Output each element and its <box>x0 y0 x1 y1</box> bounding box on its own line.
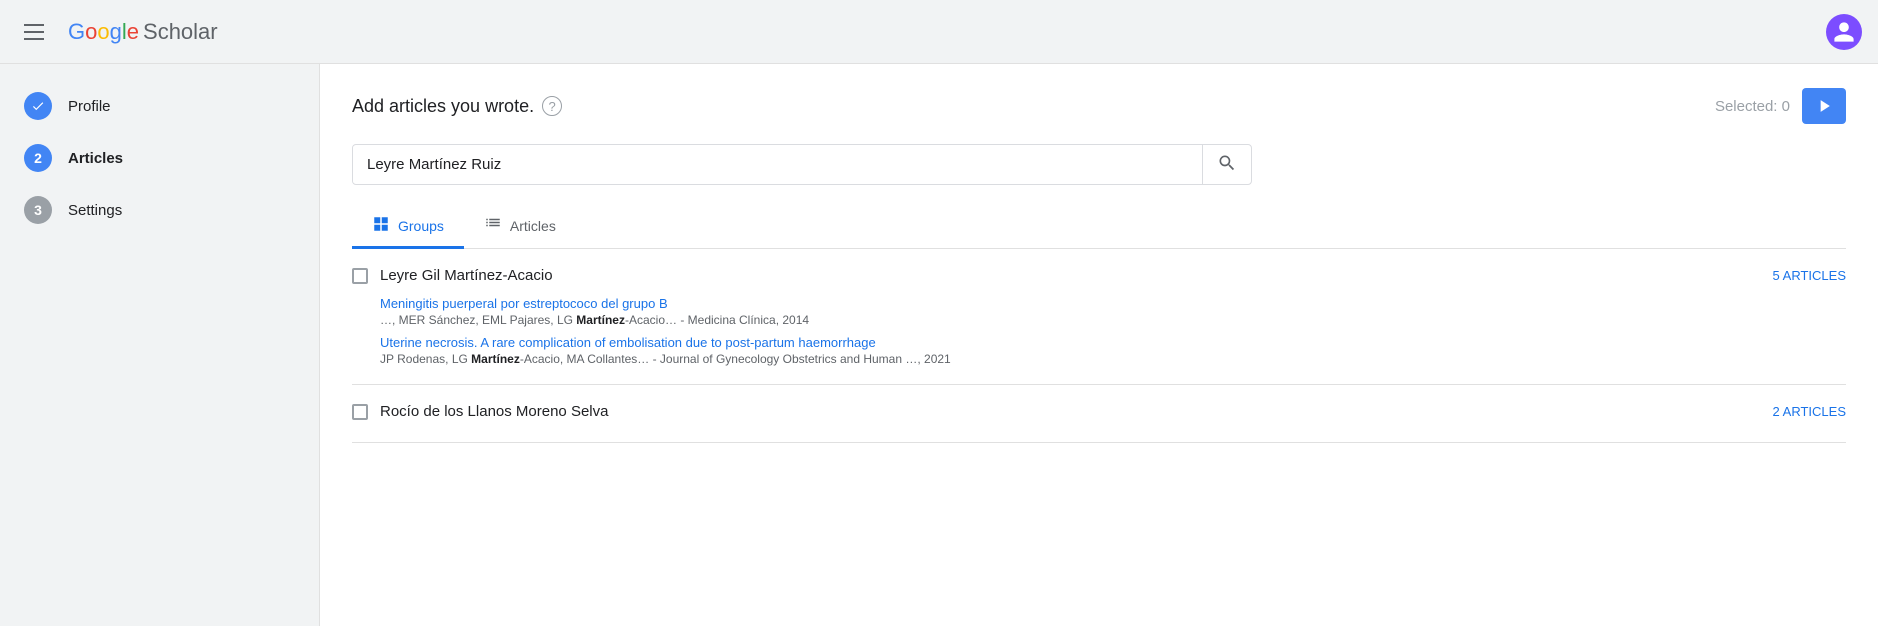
group-checkbox[interactable] <box>352 404 368 420</box>
group-name: Rocío de los Llanos Moreno Selva <box>380 403 608 420</box>
header-left: Google Scholar <box>16 16 218 48</box>
sidebar-item-profile[interactable]: Profile <box>0 80 319 132</box>
step-circle-settings: 3 <box>24 196 52 224</box>
article-group: Rocío de los Llanos Moreno Selva 2 ARTIC… <box>352 385 1846 443</box>
group-name: Leyre Gil Martínez-Acacio <box>380 267 553 284</box>
content-topbar: Add articles you wrote. ? Selected: 0 <box>352 88 1846 124</box>
article-meta-suffix: -Acacio, MA Collantes… - Journal of Gyne… <box>520 352 951 366</box>
article-meta-bold: Martínez <box>471 352 520 366</box>
article-entry: Uterine necrosis. A rare complication of… <box>352 331 1846 370</box>
step-circle-articles: 2 <box>24 144 52 172</box>
group-header: Rocío de los Llanos Moreno Selva 2 ARTIC… <box>352 399 1846 428</box>
article-entry: Meningitis puerperal por estreptococo de… <box>352 292 1846 331</box>
article-meta-prefix: …, MER Sánchez, EML Pajares, LG <box>380 313 576 327</box>
sidebar: Profile 2 Articles 3 Settings <box>0 64 320 626</box>
next-button[interactable] <box>1802 88 1846 124</box>
article-groups-list: Leyre Gil Martínez-Acacio 5 ARTICLES Men… <box>352 249 1846 443</box>
tabs: Groups Articles <box>352 205 1846 249</box>
hamburger-menu[interactable] <box>16 16 52 48</box>
article-title-link[interactable]: Meningitis puerperal por estreptococo de… <box>380 296 1846 311</box>
group-checkbox[interactable] <box>352 268 368 284</box>
header: Google Scholar <box>0 0 1878 64</box>
tab-groups-label: Groups <box>398 218 444 234</box>
tab-articles-label: Articles <box>510 218 556 234</box>
search-input[interactable] <box>353 146 1202 183</box>
article-title-link[interactable]: Uterine necrosis. A rare complication of… <box>380 335 1846 350</box>
content-title: Add articles you wrote. ? <box>352 96 562 117</box>
search-button[interactable] <box>1202 145 1251 184</box>
avatar[interactable] <box>1826 14 1862 50</box>
group-count[interactable]: 5 ARTICLES <box>1773 268 1846 283</box>
main-layout: Profile 2 Articles 3 Settings Add articl… <box>0 64 1878 626</box>
articles-icon <box>484 215 502 236</box>
selected-bar: Selected: 0 <box>1715 88 1846 124</box>
article-meta-bold: Martínez <box>576 313 625 327</box>
group-header-left: Leyre Gil Martínez-Acacio <box>352 267 553 284</box>
logo-scholar-text: Scholar <box>143 19 218 45</box>
arrow-right-icon <box>1814 96 1834 116</box>
sidebar-item-label-settings: Settings <box>68 202 122 219</box>
sidebar-item-label-profile: Profile <box>68 98 111 115</box>
article-group: Leyre Gil Martínez-Acacio 5 ARTICLES Men… <box>352 249 1846 385</box>
tab-groups[interactable]: Groups <box>352 205 464 249</box>
logo-google-text: Google <box>68 19 139 45</box>
add-articles-title: Add articles you wrote. <box>352 96 534 117</box>
article-meta: JP Rodenas, LG Martínez-Acacio, MA Colla… <box>380 352 1846 366</box>
tab-articles[interactable]: Articles <box>464 205 576 249</box>
person-icon <box>1832 20 1856 44</box>
article-meta-prefix: JP Rodenas, LG <box>380 352 471 366</box>
group-header: Leyre Gil Martínez-Acacio 5 ARTICLES <box>352 263 1846 292</box>
sidebar-item-label-articles: Articles <box>68 150 123 167</box>
group-header-left: Rocío de los Llanos Moreno Selva <box>352 403 608 420</box>
search-icon <box>1217 153 1237 173</box>
selected-label: Selected: 0 <box>1715 98 1790 115</box>
group-count[interactable]: 2 ARTICLES <box>1773 404 1846 419</box>
search-bar <box>352 144 1252 185</box>
content-area: Add articles you wrote. ? Selected: 0 <box>320 64 1878 626</box>
logo: Google Scholar <box>68 19 218 45</box>
groups-icon <box>372 215 390 236</box>
help-icon[interactable]: ? <box>542 96 562 116</box>
article-meta: …, MER Sánchez, EML Pajares, LG Martínez… <box>380 313 1846 327</box>
sidebar-item-settings[interactable]: 3 Settings <box>0 184 319 236</box>
sidebar-item-articles[interactable]: 2 Articles <box>0 132 319 184</box>
step-circle-profile <box>24 92 52 120</box>
article-meta-suffix: -Acacio… - Medicina Clínica, 2014 <box>625 313 809 327</box>
